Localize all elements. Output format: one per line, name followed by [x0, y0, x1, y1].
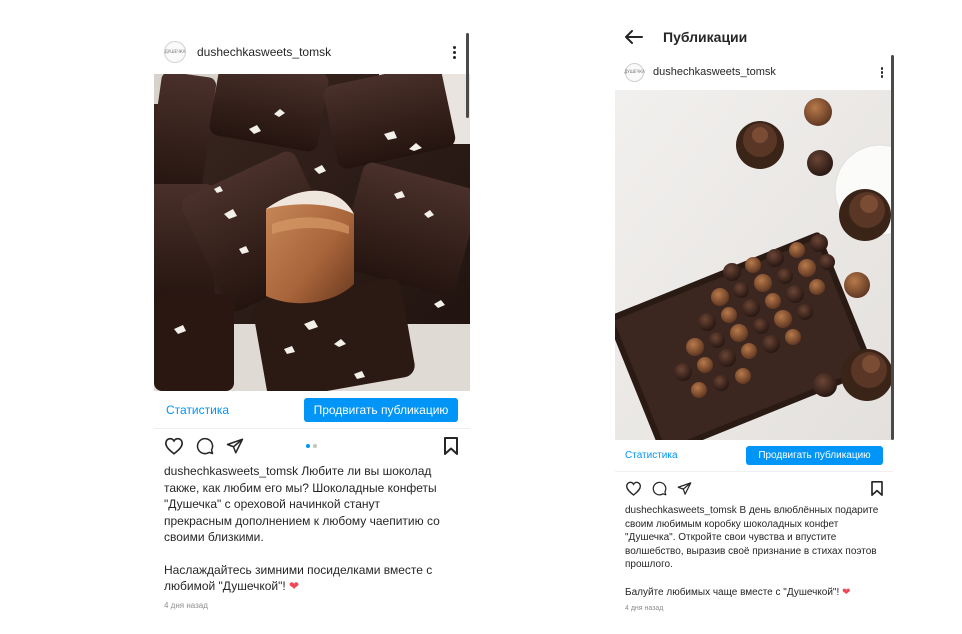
bookmark-icon[interactable]: [871, 481, 883, 501]
comment-icon[interactable]: [652, 481, 667, 496]
chocolates-photo: [154, 74, 470, 391]
avatar[interactable]: ДУШЕЧКА: [164, 41, 186, 63]
statistics-link[interactable]: Статистика: [166, 403, 229, 417]
post-timestamp: 4 дня назад: [164, 600, 208, 610]
post-username[interactable]: dushechkasweets_tomsk: [197, 45, 331, 59]
post-photo: [154, 74, 470, 391]
chocolate-box-photo: [615, 90, 893, 440]
comment-icon[interactable]: [196, 437, 214, 455]
heart-icon[interactable]: [625, 481, 642, 496]
share-icon[interactable]: [226, 437, 244, 455]
post-header: ДУШЕЧКА dushechkasweets_tomsk: [615, 54, 893, 90]
promote-post-button[interactable]: Продвигать публикацию: [746, 446, 883, 465]
caption-username[interactable]: dushechkasweets_tomsk: [625, 505, 737, 516]
post-timestamp: 4 дня назад: [625, 604, 664, 612]
post-card-left: ДУШЕЧКА dushechkasweets_tomsk Статистика…: [154, 30, 470, 610]
post-header: ДУШЕЧКА dushechkasweets_tomsk: [154, 30, 470, 74]
back-arrow-icon[interactable]: [625, 30, 643, 44]
share-icon[interactable]: [677, 481, 692, 496]
more-vertical-icon[interactable]: [453, 46, 456, 59]
more-vertical-icon[interactable]: [880, 67, 883, 78]
post-actions: [154, 429, 470, 463]
avatar-text: ДУШЕЧКА: [164, 49, 186, 54]
avatar-text: ДУШЕЧКА: [624, 69, 645, 74]
avatar[interactable]: ДУШЕЧКА: [624, 62, 645, 82]
red-heart-emoji: ❤: [842, 586, 851, 598]
publications-top-bar: Публикации: [615, 20, 893, 54]
statistics-link[interactable]: Статистика: [625, 450, 678, 461]
post-username[interactable]: dushechkasweets_tomsk: [653, 66, 776, 78]
scrollbar-right[interactable]: [891, 55, 894, 440]
post-card-right: Публикации ДУШЕЧКА dushechkasweets_tomsk: [615, 20, 893, 620]
insights-row: Статистика Продвигать публикацию: [615, 440, 893, 472]
caption-text-2: Балуйте любимых чаще вместе с "Душечкой"…: [625, 586, 840, 598]
page-title: Публикации: [663, 29, 748, 45]
post-caption: dushechkasweets_tomsk В день влюблённых …: [615, 504, 890, 600]
promote-post-button[interactable]: Продвигать публикацию: [304, 397, 458, 422]
carousel-dots: [306, 444, 317, 448]
caption-username[interactable]: dushechkasweets_tomsk: [164, 464, 298, 478]
heart-icon[interactable]: [164, 437, 184, 455]
insights-row: Статистика Продвигать публикацию: [154, 391, 470, 429]
post-photo: [615, 90, 893, 440]
bookmark-icon[interactable]: [444, 437, 458, 460]
post-caption: dushechkasweets_tomsk Любите ли вы шокол…: [154, 463, 454, 595]
red-heart-emoji: ❤: [289, 579, 300, 593]
scrollbar-left[interactable]: [466, 33, 469, 118]
post-actions: [615, 472, 893, 504]
